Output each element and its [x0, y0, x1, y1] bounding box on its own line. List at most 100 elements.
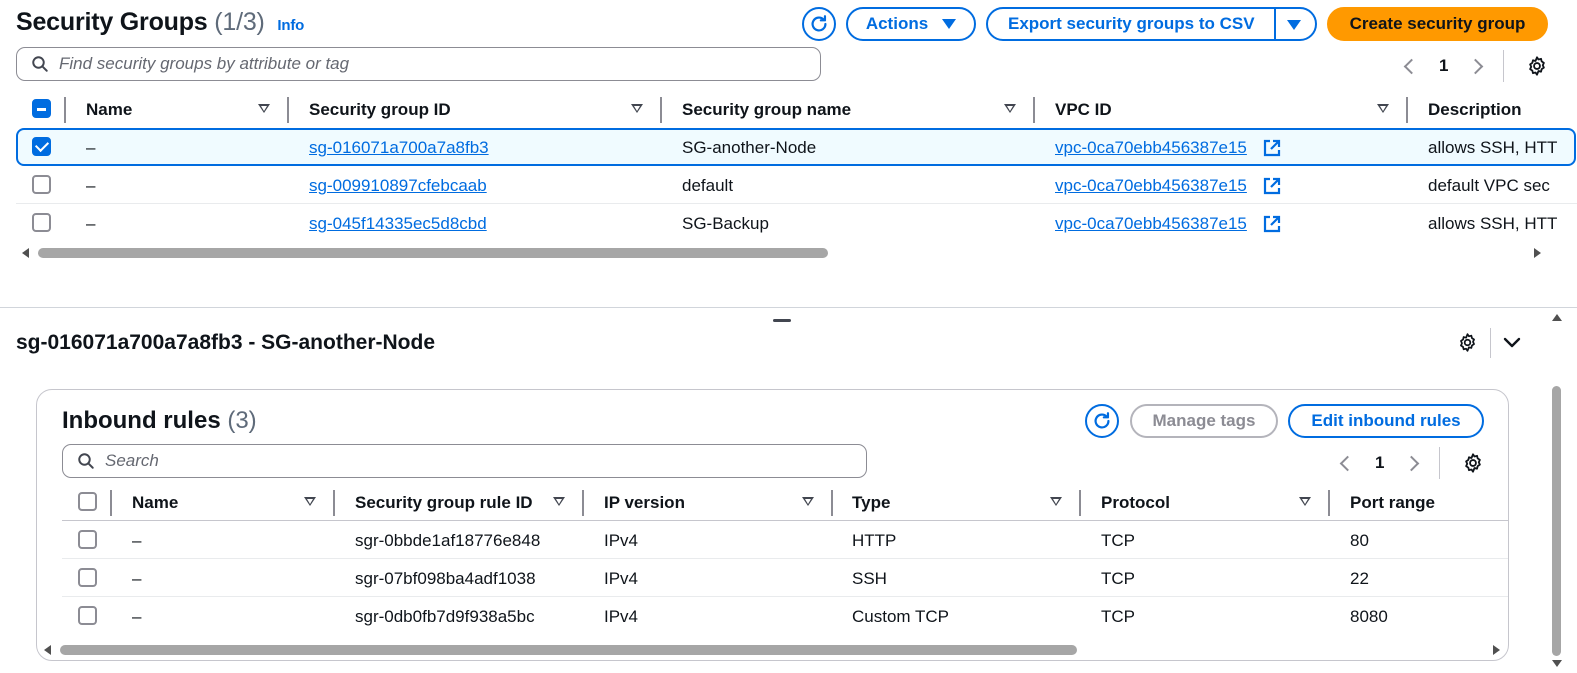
select-all-rules-checkbox[interactable]	[78, 492, 97, 511]
ip-version: IPv4	[604, 569, 639, 588]
export-caret-icon[interactable]	[1287, 20, 1301, 30]
refresh-button[interactable]	[802, 7, 836, 41]
vpc-id-link[interactable]: vpc-0ca70ebb456387e15	[1055, 176, 1247, 196]
refresh-icon	[1094, 412, 1110, 429]
column-header-vpc-id[interactable]: VPC ID	[1055, 100, 1112, 120]
page-number[interactable]: 1	[1439, 56, 1448, 76]
scroll-left-arrow[interactable]	[44, 645, 51, 655]
external-link-icon[interactable]	[1263, 177, 1281, 195]
search-icon	[78, 453, 94, 469]
column-header-security-group-name[interactable]: Security group name	[682, 100, 851, 120]
column-divider[interactable]	[1328, 490, 1330, 516]
rule-row-checkbox[interactable]	[78, 606, 97, 625]
inbound-horizontal-scrollbar[interactable]	[60, 645, 1077, 655]
rule-type: SSH	[852, 569, 887, 588]
row-checkbox[interactable]	[32, 213, 51, 232]
vpc-id-link[interactable]: vpc-0ca70ebb456387e15	[1055, 138, 1247, 158]
column-divider[interactable]	[660, 97, 662, 123]
inbound-refresh-button[interactable]	[1085, 404, 1119, 438]
rule-row-checkbox[interactable]	[78, 530, 97, 549]
column-divider[interactable]	[1033, 97, 1035, 123]
chevron-left-icon[interactable]	[1403, 58, 1420, 74]
manage-tags-button[interactable]: Manage tags	[1130, 404, 1278, 438]
refresh-icon	[811, 15, 827, 32]
row-name: –	[86, 176, 96, 195]
column-header-ip-version[interactable]: IP version	[604, 493, 685, 513]
search-input[interactable]	[59, 54, 770, 74]
chevron-down-icon[interactable]	[1503, 335, 1521, 349]
description: allows SSH, HTT	[1428, 214, 1558, 233]
vpc-id-link[interactable]: vpc-0ca70ebb456387e15	[1055, 214, 1247, 234]
chevron-right-icon[interactable]	[1404, 455, 1420, 471]
column-header-name[interactable]: Name	[132, 493, 178, 513]
settings-icon[interactable]	[1526, 55, 1548, 77]
actions-dropdown[interactable]: Actions	[846, 7, 976, 41]
column-header-protocol[interactable]: Protocol	[1101, 493, 1170, 513]
inbound-rules-panel	[36, 389, 1509, 661]
rule-row-checkbox[interactable]	[78, 568, 97, 587]
row-name: –	[86, 214, 96, 233]
column-header-description[interactable]: Description	[1428, 100, 1522, 120]
column-divider	[64, 97, 66, 123]
port-range: 8080	[1350, 607, 1388, 626]
protocol: TCP	[1101, 531, 1135, 550]
inbound-rules-search[interactable]	[62, 444, 867, 478]
export-csv-split-button[interactable]: Export security groups to CSV	[986, 7, 1317, 41]
page-title: Security Groups (1/3) Info	[16, 8, 304, 37]
page-number[interactable]: 1	[1375, 453, 1384, 473]
scroll-left-arrow[interactable]	[22, 248, 29, 258]
row-divider	[62, 596, 1508, 597]
detail-title: sg-016071a700a7a8fb3 - SG-another-Node	[16, 331, 436, 354]
column-divider[interactable]	[831, 490, 833, 516]
column-header-security-group-id[interactable]: Security group ID	[309, 100, 451, 120]
export-csv-button[interactable]: Export security groups to CSV	[1008, 14, 1255, 34]
horizontal-scrollbar[interactable]	[38, 248, 828, 258]
external-link-icon[interactable]	[1263, 139, 1281, 157]
chevron-right-icon[interactable]	[1468, 58, 1484, 74]
column-divider[interactable]	[1406, 97, 1408, 123]
vertical-scrollbar[interactable]	[1552, 386, 1561, 656]
column-header-name[interactable]: Name	[86, 100, 132, 120]
column-divider[interactable]	[333, 490, 335, 516]
drag-handle-icon[interactable]	[773, 319, 791, 322]
security-group-search[interactable]	[16, 47, 821, 81]
page-title-text: Security Groups	[16, 8, 208, 36]
search-icon	[32, 56, 48, 72]
scroll-right-arrow[interactable]	[1534, 248, 1541, 258]
column-divider[interactable]	[287, 97, 289, 123]
security-group-id-link[interactable]: sg-009910897cfebcaab	[309, 176, 487, 196]
rule-name: –	[132, 531, 142, 550]
settings-icon[interactable]	[1462, 452, 1484, 474]
column-divider[interactable]	[582, 490, 584, 516]
column-header-type[interactable]: Type	[852, 493, 890, 513]
rule-type: HTTP	[852, 531, 897, 550]
description: default VPC sec	[1428, 176, 1550, 195]
scroll-right-arrow[interactable]	[1493, 645, 1500, 655]
inbound-search-input[interactable]	[105, 451, 816, 471]
security-group-id-link[interactable]: sg-045f14335ec5d8cbd	[309, 214, 487, 234]
security-group-name: SG-Backup	[682, 214, 769, 233]
caret-down-icon	[942, 19, 957, 29]
row-checkbox[interactable]	[32, 175, 51, 194]
column-divider[interactable]	[1079, 490, 1081, 516]
external-link-icon[interactable]	[1263, 215, 1281, 233]
split-divider	[1274, 9, 1276, 41]
select-all-checkbox[interactable]	[32, 99, 51, 118]
rule-id: sgr-0db0fb7d9f938a5bc	[355, 607, 535, 626]
row-checkbox[interactable]	[32, 137, 51, 156]
edit-inbound-rules-button[interactable]: Edit inbound rules	[1288, 404, 1484, 438]
chevron-left-icon[interactable]	[1339, 455, 1356, 471]
description: allows SSH, HTT	[1428, 138, 1558, 157]
security-group-name: SG-another-Node	[682, 138, 817, 157]
info-link[interactable]: Info	[277, 17, 304, 34]
actions-label: Actions	[865, 14, 929, 33]
inbound-rules-count: (3)	[227, 407, 257, 434]
inbound-pagination: 1	[1339, 447, 1484, 479]
scroll-up-arrow[interactable]	[1552, 314, 1562, 321]
column-header-port-range[interactable]: Port range	[1350, 493, 1435, 513]
column-header-rule-id[interactable]: Security group rule ID	[355, 493, 533, 513]
security-group-id-link[interactable]: sg-016071a700a7a8fb3	[309, 138, 489, 158]
create-security-group-button[interactable]: Create security group	[1327, 7, 1548, 41]
settings-icon[interactable]	[1457, 332, 1478, 353]
scroll-down-arrow[interactable]	[1552, 660, 1562, 667]
